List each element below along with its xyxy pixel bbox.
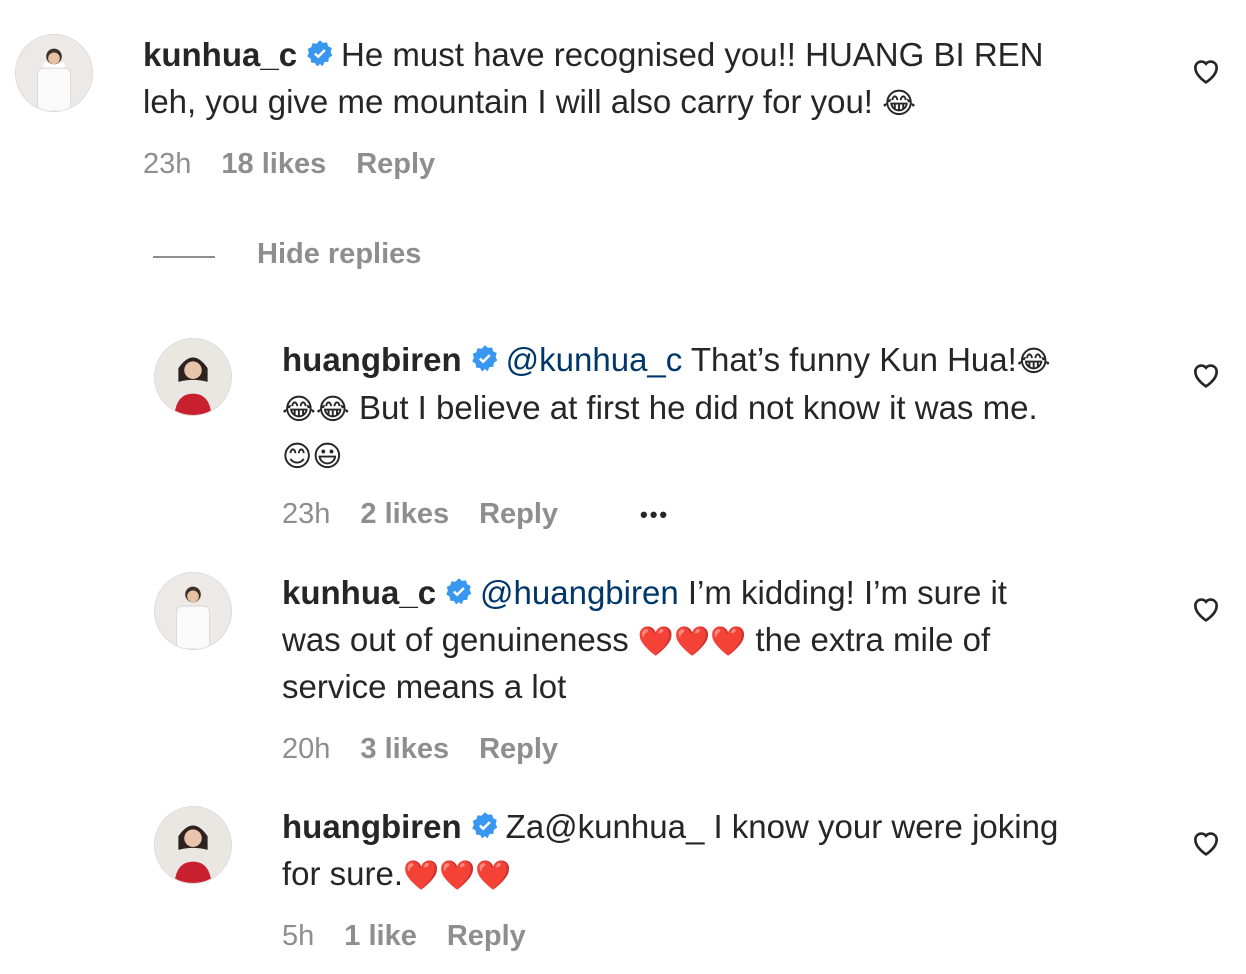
verified-badge-icon bbox=[471, 812, 497, 839]
comment-meta: 5h 1 like Reply bbox=[282, 920, 556, 953]
likes-count[interactable]: 3 likes bbox=[360, 733, 449, 765]
comment-meta: 23h 2 likes Reply bbox=[282, 498, 588, 531]
heart-emoji: ❤️❤️❤️ bbox=[403, 857, 512, 892]
mention-link[interactable]: @kunhua_c bbox=[506, 341, 683, 378]
verified-badge-icon bbox=[307, 40, 333, 67]
username-link[interactable]: kunhua_c bbox=[143, 36, 297, 73]
laughing-emoji: 😂 bbox=[882, 85, 917, 120]
comment-body: huangbiren @kunhua_c That’s funny Kun Hua… bbox=[282, 337, 1162, 480]
heart-emoji: ❤️❤️❤️ bbox=[637, 623, 747, 658]
username-link[interactable]: huangbiren bbox=[282, 808, 462, 845]
reply-button[interactable]: Reply bbox=[479, 733, 558, 765]
reply-button[interactable]: Reply bbox=[356, 148, 435, 180]
avatar-image-huangbiren bbox=[155, 339, 231, 415]
avatar-image-kunhua bbox=[16, 35, 92, 111]
comment-text-continued: But I believe at first he did not know i… bbox=[349, 388, 1038, 426]
likes-count[interactable]: 18 likes bbox=[221, 148, 326, 180]
likes-count[interactable]: 2 likes bbox=[360, 498, 449, 530]
reply-button[interactable]: Reply bbox=[479, 498, 558, 530]
laughing-emoji: 😂 bbox=[1016, 344, 1051, 378]
timestamp[interactable]: 23h bbox=[143, 148, 191, 180]
avatar[interactable] bbox=[154, 338, 232, 416]
likes-count[interactable]: 1 like bbox=[344, 920, 417, 952]
smiling-emoji: 😊😃 bbox=[282, 439, 343, 473]
avatar-image-huangbiren bbox=[155, 807, 231, 883]
mention-link[interactable]: @huangbiren bbox=[480, 574, 679, 611]
comment-body: huangbiren Za@kunhua_ I know your were jo… bbox=[282, 804, 1162, 898]
heart-icon[interactable] bbox=[1189, 55, 1223, 87]
timestamp[interactable]: 20h bbox=[282, 733, 330, 765]
comment-meta: 23h 18 likes Reply bbox=[143, 148, 465, 181]
verified-badge-icon bbox=[446, 578, 472, 605]
username-link[interactable]: huangbiren bbox=[282, 341, 462, 378]
comment-body: kunhua_c He must have recognised you!! HU… bbox=[143, 32, 1153, 126]
more-options-icon[interactable]: ••• bbox=[640, 502, 669, 528]
avatar[interactable] bbox=[15, 34, 93, 112]
verified-badge-icon bbox=[471, 345, 497, 372]
reply-button[interactable]: Reply bbox=[447, 920, 526, 952]
laughing-emoji: 😂😂 bbox=[282, 391, 350, 426]
timestamp[interactable]: 5h bbox=[282, 920, 314, 952]
heart-icon[interactable] bbox=[1189, 593, 1223, 625]
comment-text: That’s funny Kun Hua! bbox=[682, 341, 1017, 378]
comment-body: kunhua_c @huangbiren I’m kidding! I’m sur… bbox=[282, 570, 1162, 711]
hide-replies-divider bbox=[153, 256, 215, 258]
hide-replies-button[interactable]: Hide replies bbox=[257, 238, 421, 271]
heart-icon[interactable] bbox=[1189, 359, 1223, 391]
avatar-image-kunhua bbox=[155, 573, 231, 649]
avatar[interactable] bbox=[154, 806, 232, 884]
heart-icon[interactable] bbox=[1189, 827, 1223, 859]
comment-meta: 20h 3 likes Reply bbox=[282, 733, 588, 766]
username-link[interactable]: kunhua_c bbox=[282, 574, 436, 611]
avatar[interactable] bbox=[154, 572, 232, 650]
timestamp[interactable]: 23h bbox=[282, 498, 330, 530]
